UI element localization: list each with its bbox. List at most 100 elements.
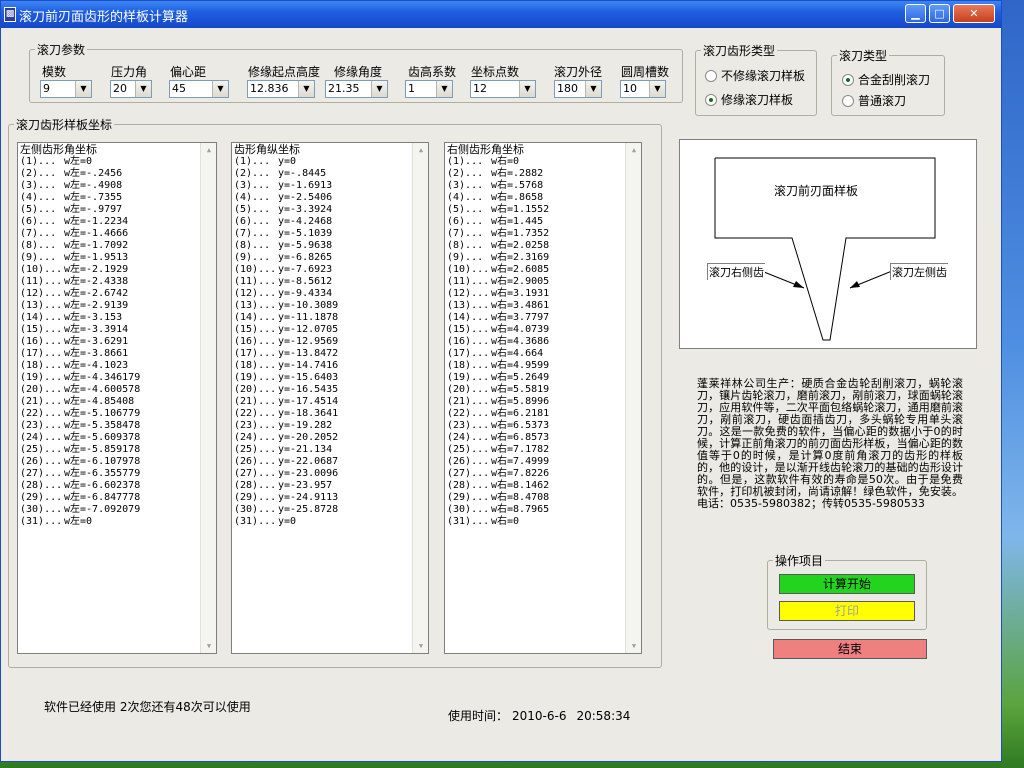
dropdown-arrow-icon[interactable]: ▼ [519,81,535,97]
dropdown-arrow-icon[interactable]: ▼ [298,81,314,97]
coord-row[interactable]: (9)... y=-6.8265 [234,252,410,264]
coord-row[interactable]: (16)... w右=4.3686 [447,336,623,348]
coord-row[interactable]: (12)... w右=3.1931 [447,288,623,300]
coord-row[interactable]: (17)... w右=4.664 [447,348,623,360]
coord-row[interactable]: (31)... w右=0 [447,516,623,528]
profile-type-option-modified[interactable]: 修缘滚刀样板 [705,91,793,108]
coord-row[interactable]: (7)... y=-5.1039 [234,228,410,240]
param-select[interactable]: 1 ▼ [405,80,453,98]
param-select[interactable]: 12.836 ▼ [247,80,315,98]
coord-row[interactable]: (6)... w左=-1.2234 [20,216,198,228]
dropdown-arrow-icon[interactable]: ▼ [649,81,665,97]
coord-row[interactable]: (3)... w左=-.4908 [20,180,198,192]
middle-coords-listbox[interactable]: 齿形角纵坐标 (1)... y=0 (2)... y=-.8445 (3)... y=-1… [231,142,429,654]
scroll-down-icon[interactable]: ▼ [201,639,216,653]
coord-row[interactable]: (5)... w右=1.1552 [447,204,623,216]
coord-row[interactable]: (20)... y=-16.5435 [234,384,410,396]
coord-row[interactable]: (15)... y=-12.0705 [234,324,410,336]
coord-row[interactable]: (17)... w左=-3.8661 [20,348,198,360]
coord-row[interactable]: (8)... w右=2.0258 [447,240,623,252]
coord-row[interactable]: (20)... w右=5.5819 [447,384,623,396]
coord-row[interactable]: (12)... y=-9.4334 [234,288,410,300]
coord-row[interactable]: (12)... w左=-2.6742 [20,288,198,300]
scroll-up-icon[interactable]: ▲ [201,143,216,157]
coord-row[interactable]: (15)... w右=4.0739 [447,324,623,336]
coord-row[interactable]: (29)... w左=-6.847778 [20,492,198,504]
coord-row[interactable]: (25)... w左=-5.859178 [20,444,198,456]
maximize-button[interactable]: □ [929,4,950,23]
coord-row[interactable]: (24)... w左=-5.609378 [20,432,198,444]
coord-row[interactable]: (29)... w右=8.4708 [447,492,623,504]
coord-row[interactable]: (21)... w左=-4.85408 [20,396,198,408]
param-select[interactable]: 12 ▼ [470,80,536,98]
coord-row[interactable]: (30)... w左=-7.092079 [20,504,198,516]
coord-row[interactable]: (17)... y=-13.8472 [234,348,410,360]
coord-row[interactable]: (5)... y=-3.3924 [234,204,410,216]
coord-row[interactable]: (13)... y=-10.3089 [234,300,410,312]
coord-row[interactable]: (11)... w右=2.9005 [447,276,623,288]
coord-row[interactable]: (22)... w右=6.2181 [447,408,623,420]
coord-row[interactable]: (14)... w左=-3.153 [20,312,198,324]
end-button[interactable]: 结束 [773,639,927,659]
coord-row[interactable]: (31)... w左=0 [20,516,198,528]
coord-row[interactable]: (21)... y=-17.4514 [234,396,410,408]
coord-row[interactable]: (25)... w右=7.1782 [447,444,623,456]
coord-row[interactable]: (2)... w右=.2882 [447,168,623,180]
start-calculation-button[interactable]: 计算开始 [779,574,915,594]
coord-row[interactable]: (4)... w右=.8658 [447,192,623,204]
coord-row[interactable]: (23)... y=-19.282 [234,420,410,432]
coord-row[interactable]: (6)... y=-4.2468 [234,216,410,228]
coord-row[interactable]: (5)... w左=-.9797 [20,204,198,216]
title-bar[interactable]: ▩ 滚刀前刃面齿形的样板计算器 ▁ □ ✕ [1,1,1001,28]
param-select[interactable]: 10 ▼ [620,80,666,98]
coord-row[interactable]: (4)... w左=-.7355 [20,192,198,204]
coord-row[interactable]: (26)... y=-22.0687 [234,456,410,468]
coord-row[interactable]: (4)... y=-2.5406 [234,192,410,204]
profile-type-option-unmodified[interactable]: 不修缘滚刀样板 [705,67,805,84]
coord-row[interactable]: (7)... w右=1.7352 [447,228,623,240]
coord-row[interactable]: (26)... w左=-6.107978 [20,456,198,468]
param-select[interactable]: 45 ▼ [169,80,229,98]
dropdown-arrow-icon[interactable]: ▼ [212,81,228,97]
coord-row[interactable]: (16)... y=-12.9569 [234,336,410,348]
coord-row[interactable]: (27)... w右=7.8226 [447,468,623,480]
left-list-scrollbar[interactable]: ▲ ▼ [200,143,216,653]
coord-row[interactable]: (1)... y=0 [234,156,410,168]
coord-row[interactable]: (11)... y=-8.5612 [234,276,410,288]
coord-row[interactable]: (25)... y=-21.134 [234,444,410,456]
coord-row[interactable]: (22)... y=-18.3641 [234,408,410,420]
minimize-button[interactable]: ▁ [905,4,926,23]
coord-row[interactable]: (19)... w左=-4.346179 [20,372,198,384]
coord-row[interactable]: (18)... w左=-4.1023 [20,360,198,372]
dropdown-arrow-icon[interactable]: ▼ [75,81,91,97]
coord-row[interactable]: (8)... w左=-1.7092 [20,240,198,252]
right-coords-listbox[interactable]: 右侧齿形角坐标 (1)... w右=0 (2)... w右=.2882 (3)... w右… [444,142,642,654]
coord-row[interactable]: (30)... w右=8.7965 [447,504,623,516]
print-button[interactable]: 打印 [779,601,915,621]
scroll-up-icon[interactable]: ▲ [626,143,641,157]
coord-row[interactable]: (9)... w右=2.3169 [447,252,623,264]
coord-row[interactable]: (30)... y=-25.8728 [234,504,410,516]
coord-row[interactable]: (31)... y=0 [234,516,410,528]
coord-row[interactable]: (2)... y=-.8445 [234,168,410,180]
coord-row[interactable]: (19)... y=-15.6403 [234,372,410,384]
right-list-scrollbar[interactable]: ▲ ▼ [625,143,641,653]
coord-row[interactable]: (7)... w左=-1.4666 [20,228,198,240]
coord-row[interactable]: (10)... w左=-2.1929 [20,264,198,276]
scroll-up-icon[interactable]: ▲ [413,143,428,157]
coord-row[interactable]: (14)... w右=3.7797 [447,312,623,324]
coord-row[interactable]: (13)... w左=-2.9139 [20,300,198,312]
coord-row[interactable]: (28)... w左=-6.602378 [20,480,198,492]
scroll-down-icon[interactable]: ▼ [413,639,428,653]
coord-row[interactable]: (6)... w右=1.445 [447,216,623,228]
coord-row[interactable]: (24)... w右=6.8573 [447,432,623,444]
coord-row[interactable]: (28)... y=-23.957 [234,480,410,492]
coord-row[interactable]: (2)... w左=-.2456 [20,168,198,180]
coord-row[interactable]: (13)... w右=3.4861 [447,300,623,312]
coord-row[interactable]: (11)... w左=-2.4338 [20,276,198,288]
coord-row[interactable]: (16)... w左=-3.6291 [20,336,198,348]
left-coords-listbox[interactable]: 左侧齿形角坐标 (1)... w左=0 (2)... w左=-.2456 (3)... w… [17,142,217,654]
coord-row[interactable]: (22)... w左=-5.106779 [20,408,198,420]
dropdown-arrow-icon[interactable]: ▼ [436,81,452,97]
coord-row[interactable]: (23)... w右=6.5373 [447,420,623,432]
